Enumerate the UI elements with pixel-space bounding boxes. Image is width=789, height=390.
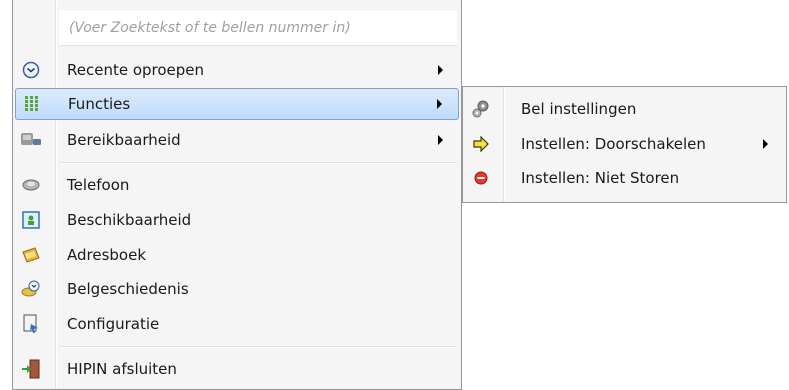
phone-status-icon (19, 128, 43, 152)
menu-item-label: Bereikbaarheid (67, 131, 181, 149)
availability-card-icon (19, 208, 43, 232)
menu-separator (59, 346, 457, 348)
menu-item-beschikbaarheid[interactable]: Beschikbaarheid (15, 204, 459, 236)
menu-item-instellen-doorschakelen[interactable]: Instellen: Doorschakelen (465, 128, 784, 160)
call-history-icon (19, 277, 43, 301)
functies-submenu: Bel instellingen Instellen: Doorschakele… (462, 86, 787, 203)
menu-item-label: Bel instellingen (521, 100, 637, 118)
menu-item-bereikbaarheid[interactable]: Bereikbaarheid (15, 124, 459, 156)
search-input[interactable] (59, 11, 457, 45)
menu-item-label: Functies (68, 95, 131, 113)
address-book-icon (19, 243, 43, 267)
keypad-grid-icon (20, 92, 44, 116)
menu-item-label: Adresboek (67, 246, 147, 264)
menu-item-hipin-afsluiten[interactable]: HIPIN afsluiten (15, 353, 459, 385)
gears-icon (469, 97, 493, 121)
submenu-arrow-icon (438, 65, 443, 75)
menu-item-instellen-niet-storen[interactable]: Instellen: Niet Storen (465, 162, 784, 194)
menu-item-adresboek[interactable]: Adresboek (15, 239, 459, 271)
configuration-icon (19, 312, 43, 336)
menu-item-label: Belgeschiedenis (67, 280, 189, 298)
submenu-arrow-icon (437, 99, 442, 109)
menu-item-label: Recente oproepen (67, 61, 205, 79)
menu-item-label: Telefoon (67, 176, 130, 194)
clock-icon (19, 58, 43, 82)
menu-item-recente-oproepen[interactable]: Recente oproepen (15, 54, 459, 86)
forward-arrow-icon (469, 132, 493, 156)
search-box[interactable] (59, 11, 457, 46)
menu-item-label: HIPIN afsluiten (67, 360, 177, 378)
menu-item-bel-instellingen[interactable]: Bel instellingen (465, 93, 784, 125)
menu-item-telefoon[interactable]: Telefoon (15, 169, 459, 201)
menu-item-label: Beschikbaarheid (67, 211, 192, 229)
do-not-disturb-icon (469, 166, 493, 190)
menu-item-belgeschiedenis[interactable]: Belgeschiedenis (15, 273, 459, 305)
menu-item-label: Instellen: Doorschakelen (521, 135, 706, 153)
submenu-arrow-icon (763, 139, 768, 149)
menu-separator (59, 162, 457, 164)
menu-item-functies[interactable]: Functies (15, 88, 459, 120)
submenu-arrow-icon (438, 135, 443, 145)
menu-item-configuratie[interactable]: Configuratie (15, 308, 459, 340)
context-menu: Recente oproepen Functies Bereikbaarheid (12, 0, 462, 390)
telephone-icon (19, 173, 43, 197)
menu-item-label: Instellen: Niet Storen (521, 169, 680, 187)
menu-item-label: Configuratie (67, 315, 160, 333)
exit-door-icon (19, 357, 43, 381)
